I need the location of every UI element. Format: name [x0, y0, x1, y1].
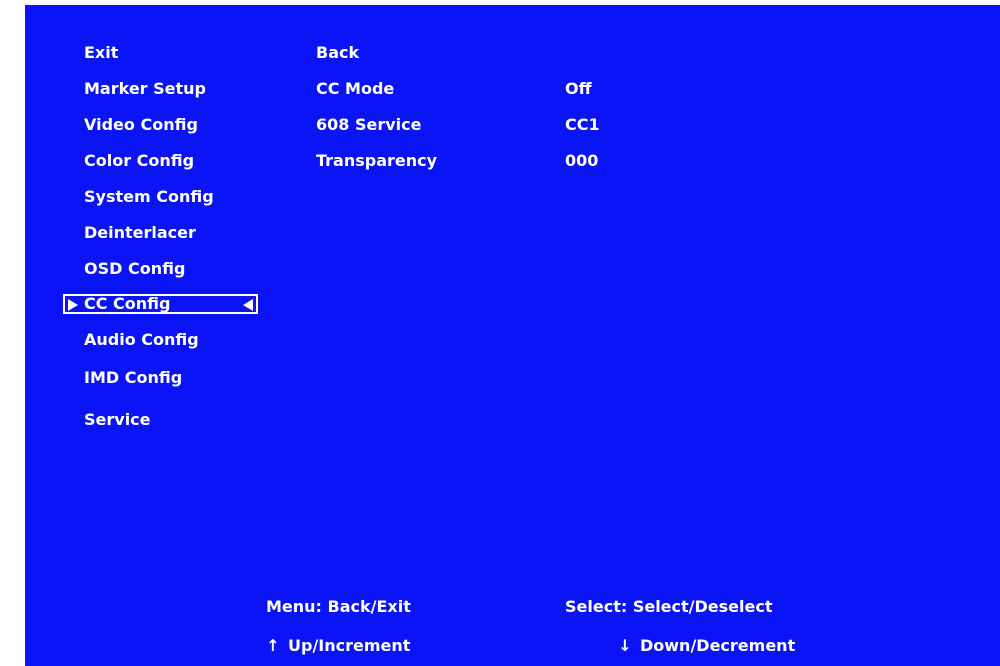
menu-item-cc-config[interactable]: CC Config: [63, 294, 258, 314]
hint-down: ↓ Down/Decrement: [618, 636, 795, 656]
hint-up: ↑ Up/Increment: [266, 636, 410, 656]
selection-right-arrow-icon: [68, 299, 78, 311]
menu-item-imd-config[interactable]: IMD Config: [84, 368, 182, 388]
hint-up-label: Up/Increment: [288, 636, 411, 655]
menu-item-audio-config[interactable]: Audio Config: [84, 330, 199, 350]
menu-item-video-config[interactable]: Video Config: [84, 115, 198, 135]
setting-transparency[interactable]: Transparency: [316, 151, 437, 171]
up-arrow-icon: ↑: [266, 636, 280, 655]
hint-select: Select: Select/Deselect: [565, 597, 773, 616]
menu-item-service[interactable]: Service: [84, 410, 151, 430]
menu-item-label: CC Config: [84, 294, 171, 313]
menu-item-exit[interactable]: Exit: [84, 43, 118, 63]
down-arrow-icon: ↓: [618, 636, 632, 655]
setting-608-service[interactable]: 608 Service: [316, 115, 421, 135]
menu-item-marker-setup[interactable]: Marker Setup: [84, 79, 206, 99]
menu-item-deinterlacer[interactable]: Deinterlacer: [84, 223, 196, 243]
menu-item-osd-config[interactable]: OSD Config: [84, 259, 185, 279]
submenu-back[interactable]: Back: [316, 43, 359, 63]
value-cc-mode: Off: [565, 79, 592, 98]
hint-down-label: Down/Decrement: [640, 636, 796, 655]
setting-cc-mode[interactable]: CC Mode: [316, 79, 394, 99]
value-transparency: 000: [565, 151, 599, 170]
menu-item-color-config[interactable]: Color Config: [84, 151, 194, 171]
osd-menu-screen: Exit Marker Setup Video Config Color Con…: [25, 5, 1000, 666]
selection-left-arrow-icon: [243, 299, 253, 311]
menu-item-system-config[interactable]: System Config: [84, 187, 214, 207]
hint-menu: Menu: Back/Exit: [266, 597, 411, 616]
value-608-service: CC1: [565, 115, 600, 134]
